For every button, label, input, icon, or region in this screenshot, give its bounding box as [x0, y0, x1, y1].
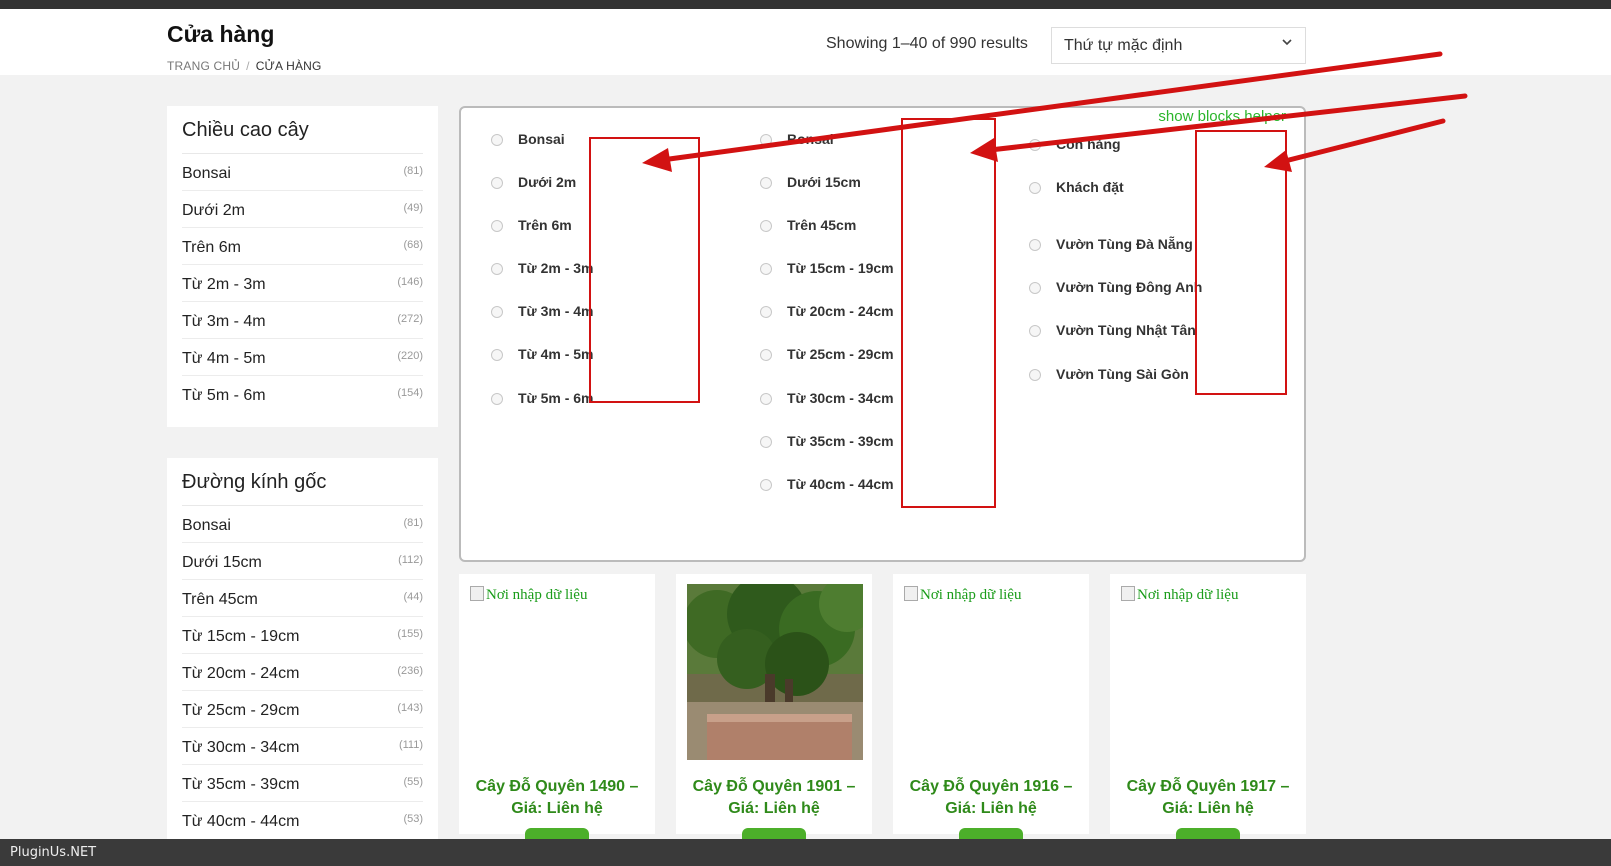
arrow-head-icon	[1264, 150, 1292, 172]
annotation-arrow	[1282, 118, 1446, 164]
annotation-arrows	[642, 51, 1468, 172]
footer-bar: PluginUs.NET	[0, 839, 1611, 866]
arrow-head-icon	[642, 148, 672, 172]
footer-text: PluginUs.NET	[10, 845, 97, 860]
arrow-head-icon	[970, 138, 998, 162]
